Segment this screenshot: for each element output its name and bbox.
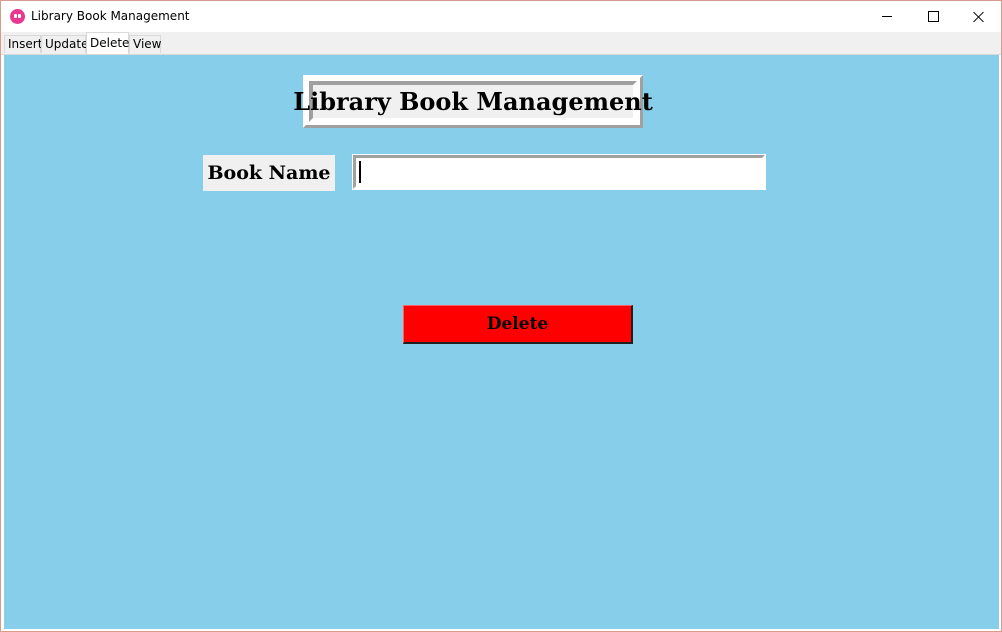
app-icon (10, 9, 25, 24)
close-button[interactable] (956, 1, 1002, 32)
tab-insert[interactable]: Insert (4, 35, 42, 53)
tab-strip: Insert Update Delete View (1, 32, 1001, 55)
maximize-button[interactable] (910, 1, 956, 32)
window-title: Library Book Management (31, 9, 190, 23)
page-title-frame: Library Book Management (293, 75, 653, 128)
book-name-label: Book Name (203, 155, 335, 191)
text-cursor (359, 161, 361, 183)
minimize-icon (882, 16, 892, 17)
page-title: Library Book Management (293, 81, 653, 122)
delete-panel: Library Book Management Book Name Delete (4, 55, 999, 629)
app-window: Library Book Management Insert Update De… (0, 0, 1002, 632)
minimize-button[interactable] (864, 1, 910, 32)
book-name-input[interactable] (352, 154, 766, 190)
tab-update[interactable]: Update (41, 35, 88, 53)
title-bar[interactable]: Library Book Management (1, 1, 1001, 32)
tab-delete[interactable]: Delete (86, 32, 129, 54)
tab-view[interactable]: View (129, 35, 161, 53)
close-icon (973, 11, 985, 23)
maximize-icon (927, 11, 939, 22)
delete-button[interactable]: Delete (403, 305, 633, 344)
